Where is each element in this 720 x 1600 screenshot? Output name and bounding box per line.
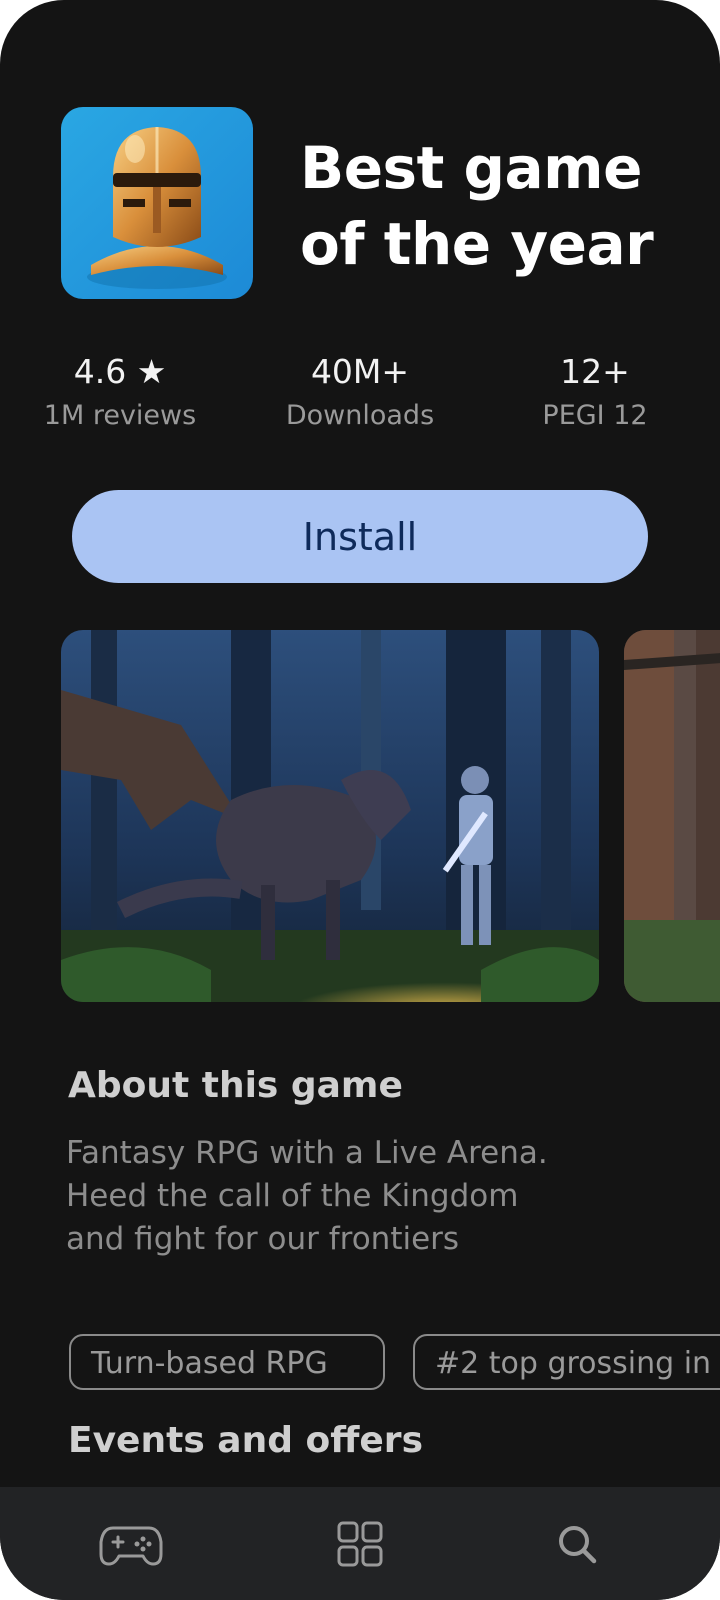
rating-stat: 4.6 ★ 1M reviews — [40, 350, 200, 436]
tag-chip[interactable]: Turn-based RPG — [69, 1334, 385, 1390]
about-line-3: and fight for our frontiers — [66, 1221, 460, 1257]
age-rating-stat: 12+ PEGI 12 — [525, 350, 665, 436]
knight-vs-dragon-image — [61, 630, 599, 1002]
gamepad-icon — [99, 1526, 163, 1565]
rating-value: 4.6 ★ — [73, 352, 167, 391]
downloads-stat: 40M+ Downloads — [270, 350, 450, 436]
knight-helmet-icon — [87, 127, 227, 289]
age-rating-label: PEGI 12 — [542, 400, 648, 431]
age-rating-value: 12+ — [560, 352, 630, 391]
about-title: About this game — [68, 1065, 403, 1106]
apps-grid-icon — [337, 1521, 383, 1566]
about-description: Fantasy RPG with a Live Arena. Heed the … — [66, 1132, 666, 1261]
downloads-value: 40M+ — [310, 352, 410, 391]
screenshot-2[interactable] — [624, 630, 720, 1002]
bottom-navigation — [0, 1487, 720, 1600]
rating-label: 1M reviews — [43, 400, 197, 431]
nav-search[interactable] — [517, 1487, 637, 1600]
nav-apps[interactable] — [300, 1487, 420, 1600]
app-title-line-2: of the year — [300, 210, 654, 278]
events-title: Events and offers — [68, 1420, 423, 1461]
downloads-label: Downloads — [285, 400, 435, 431]
tag-chip[interactable]: #2 top grossing in — [413, 1334, 720, 1390]
app-title-line-1: Best game — [300, 134, 642, 202]
forest-screenshot-image — [624, 630, 720, 1002]
app-store-page: Best game of the year 4.6 ★ 1M reviews 4… — [0, 0, 720, 1600]
install-button[interactable]: Install — [72, 490, 648, 583]
nav-games[interactable] — [71, 1487, 191, 1600]
screenshot-1[interactable] — [61, 630, 599, 1002]
about-line-2: Heed the call of the Kingdom — [66, 1178, 519, 1214]
about-line-1: Fantasy RPG with a Live Arena. — [66, 1135, 548, 1171]
app-title: Best game of the year — [300, 130, 660, 282]
app-icon[interactable] — [61, 107, 253, 299]
search-icon — [559, 1525, 597, 1563]
